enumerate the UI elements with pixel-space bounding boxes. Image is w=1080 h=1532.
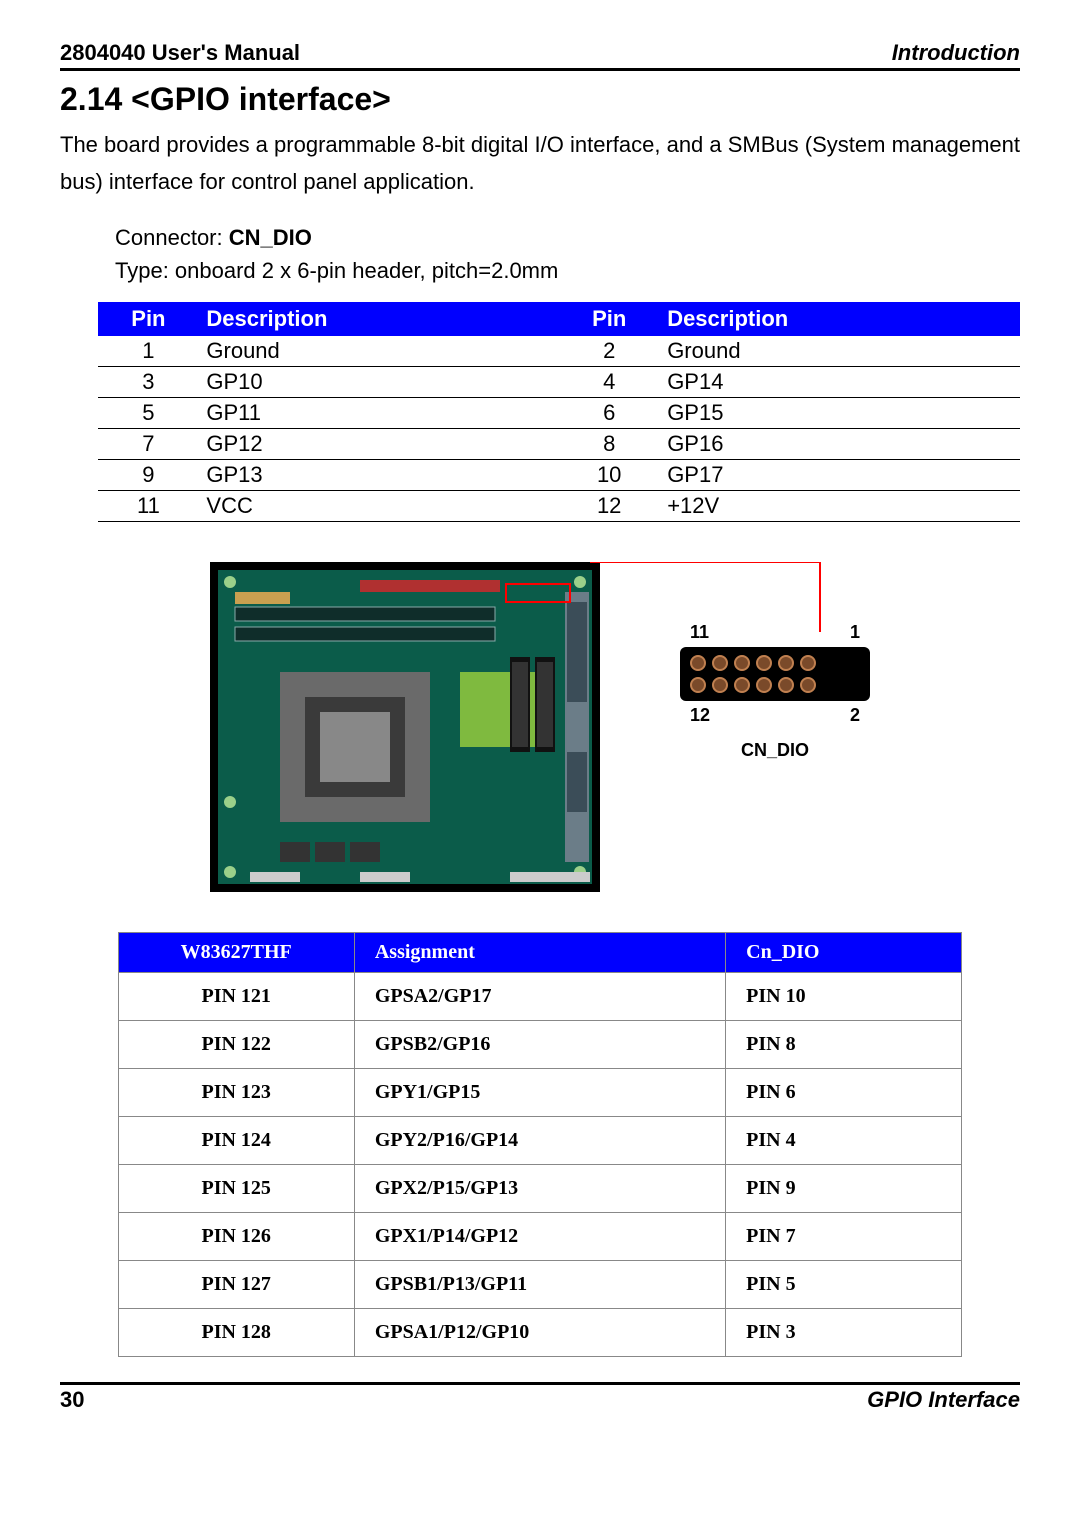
pin-header: Pin [559,302,659,336]
pin-cell: 9 [98,459,198,490]
assign-cell: PIN 123 [118,1068,354,1116]
table-row: 5GP116GP15 [98,397,1020,428]
intro-paragraph: The board provides a programmable 8-bit … [60,126,1020,201]
connector-info: Connector: CN_DIO Type: onboard 2 x 6-pi… [115,221,1020,287]
assign-cell: PIN 128 [118,1308,354,1356]
connector-type: Type: onboard 2 x 6-pin header, pitch=2.… [115,254,1020,287]
desc-cell: GP12 [198,428,559,459]
assign-header: Assignment [354,932,725,972]
desc-header: Description [659,302,1020,336]
desc-cell: GP11 [198,397,559,428]
motherboard-icon [210,562,600,892]
table-row: 1Ground2Ground [98,336,1020,367]
pin-cell: 4 [559,366,659,397]
section-title: 2.14 <GPIO interface> [60,81,1020,118]
assign-header: Cn_DIO [726,932,962,972]
header-right: Introduction [892,40,1020,66]
assign-cell: GPY2/P16/GP14 [354,1116,725,1164]
assign-cell: PIN 6 [726,1068,962,1116]
assign-cell: PIN 7 [726,1212,962,1260]
header-left: 2804040 User's Manual [60,40,300,66]
desc-cell: GP15 [659,397,1020,428]
assign-cell: PIN 126 [118,1212,354,1260]
table-row: PIN 127GPSB1/P13/GP11PIN 5 [118,1260,962,1308]
assign-cell: GPSB1/P13/GP11 [354,1260,725,1308]
assign-cell: GPSB2/GP16 [354,1020,725,1068]
pin-cell: 8 [559,428,659,459]
assign-cell: PIN 122 [118,1020,354,1068]
pin-cell: 12 [559,490,659,521]
assign-cell: GPX1/P14/GP12 [354,1212,725,1260]
table-row: 9GP1310GP17 [98,459,1020,490]
connector-label: Connector: [115,225,229,250]
desc-cell: GP10 [198,366,559,397]
assign-cell: PIN 127 [118,1260,354,1308]
pin-cell: 7 [98,428,198,459]
assign-cell: GPSA1/P12/GP10 [354,1308,725,1356]
connector-figure: 11 1 12 2 CN_DIO [680,622,870,761]
assign-cell: GPY1/GP15 [354,1068,725,1116]
pin-cell: 5 [98,397,198,428]
pin-table-header-row: Pin Description Pin Description [98,302,1020,336]
table-row: PIN 126GPX1/P14/GP12PIN 7 [118,1212,962,1260]
table-row: PIN 125GPX2/P15/GP13PIN 9 [118,1164,962,1212]
pin-cell: 1 [98,336,198,367]
table-row: PIN 124GPY2/P16/GP14PIN 4 [118,1116,962,1164]
pin-cell: 11 [98,490,198,521]
desc-header: Description [198,302,559,336]
assign-cell: GPSA2/GP17 [354,972,725,1020]
pin-cell: 6 [559,397,659,428]
conn-pin-label: 1 [850,622,860,643]
pin-table: Pin Description Pin Description 1Ground2… [98,302,1020,522]
connector-name: CN_DIO [229,225,312,250]
footer-left: 30 [60,1387,84,1413]
assign-cell: PIN 125 [118,1164,354,1212]
connector-body-icon [680,647,870,701]
conn-pin-label: 12 [690,705,710,726]
assign-header-row: W83627THF Assignment Cn_DIO [118,932,962,972]
desc-cell: GP17 [659,459,1020,490]
desc-cell: GP16 [659,428,1020,459]
desc-cell: Ground [198,336,559,367]
board-image [210,562,600,892]
conn-pin-label: 11 [690,622,709,643]
assign-cell: PIN 4 [726,1116,962,1164]
desc-cell: +12V [659,490,1020,521]
pin-header: Pin [98,302,198,336]
table-row: PIN 128GPSA1/P12/GP10PIN 3 [118,1308,962,1356]
page-header: 2804040 User's Manual Introduction [60,40,1020,71]
footer-right: GPIO Interface [867,1387,1020,1413]
assign-cell: PIN 10 [726,972,962,1020]
assign-cell: PIN 8 [726,1020,962,1068]
desc-cell: GP13 [198,459,559,490]
desc-cell: GP14 [659,366,1020,397]
assign-cell: PIN 5 [726,1260,962,1308]
figure-row: 11 1 12 2 CN_DIO [60,562,1020,892]
table-row: 11VCC12+12V [98,490,1020,521]
pin-cell: 10 [559,459,659,490]
table-row: PIN 123GPY1/GP15PIN 6 [118,1068,962,1116]
table-row: PIN 122GPSB2/GP16PIN 8 [118,1020,962,1068]
table-row: 7GP128GP16 [98,428,1020,459]
desc-cell: VCC [198,490,559,521]
connector-fig-name: CN_DIO [680,740,870,761]
assign-cell: PIN 124 [118,1116,354,1164]
table-row: PIN 121GPSA2/GP17PIN 10 [118,972,962,1020]
desc-cell: Ground [659,336,1020,367]
pin-cell: 2 [559,336,659,367]
conn-pin-label: 2 [850,705,860,726]
assign-cell: PIN 3 [726,1308,962,1356]
pin-cell: 3 [98,366,198,397]
assign-cell: GPX2/P15/GP13 [354,1164,725,1212]
assign-cell: PIN 9 [726,1164,962,1212]
assignment-table: W83627THF Assignment Cn_DIO PIN 121GPSA2… [118,932,963,1357]
table-row: 3GP104GP14 [98,366,1020,397]
assign-cell: PIN 121 [118,972,354,1020]
page-footer: 30 GPIO Interface [60,1382,1020,1413]
assign-header: W83627THF [118,932,354,972]
